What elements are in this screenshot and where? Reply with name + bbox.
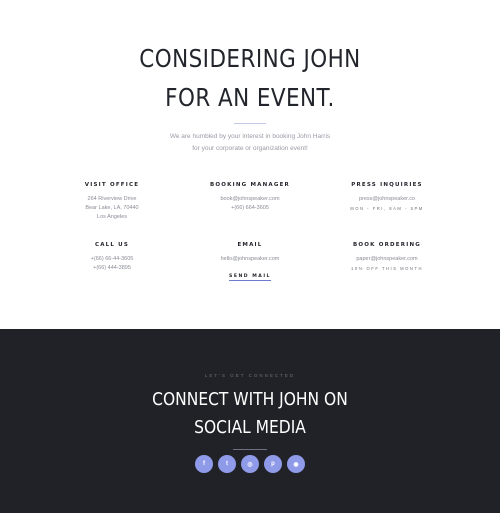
facebook-icon[interactable]: f	[195, 455, 213, 473]
send-mail-link[interactable]: SEND MAIL	[229, 274, 271, 281]
contact-label: BOOKING MANAGER	[210, 182, 290, 188]
page-title-line-2: FOR AN EVENT.	[165, 83, 335, 112]
social-divider	[233, 449, 267, 450]
page-title-line-1: CONSIDERING JOHN	[139, 44, 361, 73]
instagram-icon[interactable]: ◎	[241, 455, 259, 473]
contact-book-ordering: BOOK ORDERING paper@johnspeaker.com 10% …	[327, 242, 447, 271]
contact-booking-manager: BOOKING MANAGER book@johnspeaker.com +(6…	[190, 182, 310, 213]
contact-email: EMAIL hello@johnspeaker.com SEND MAIL	[190, 242, 310, 282]
press-email[interactable]: press@johnspeaker.co	[327, 195, 447, 204]
social-title-line-1: CONNECT WITH JOHN ON	[152, 389, 348, 410]
phone-number[interactable]: +(66) 444-3895	[52, 264, 172, 273]
address-line: Los Angeles	[97, 214, 127, 220]
phone-number[interactable]: +(66) 66-44-3605	[52, 255, 172, 264]
social-icons: f t ◎ p ◉	[0, 455, 500, 473]
address-line: 264 Riverview Drive	[87, 196, 137, 202]
dribbble-icon[interactable]: ◉	[287, 455, 305, 473]
ordering-email[interactable]: paper@johnspeaker.com	[327, 255, 447, 264]
intro-text-line-1: We are humbled by your interest in booki…	[169, 133, 331, 140]
contact-label: VISIT OFFICE	[84, 182, 140, 188]
contact-label: EMAIL	[237, 242, 263, 248]
twitter-icon[interactable]: t	[218, 455, 236, 473]
office-hours: MON - FRI, 8AM - 5PM	[350, 206, 424, 211]
intro-text-line-2: for your corporate or organization event…	[192, 145, 308, 152]
booking-section: CONSIDERING JOHN FOR AN EVENT. We are hu…	[0, 0, 500, 329]
pinterest-icon[interactable]: p	[264, 455, 282, 473]
contact-label: CALL US	[94, 242, 130, 248]
contact-visit-office: VISIT OFFICE 264 Riverview Drive Bear La…	[52, 182, 172, 222]
contact-press-inquiries: PRESS INQUIRIES press@johnspeaker.co MON…	[327, 182, 447, 211]
contact-call-us: CALL US +(66) 66-44-3605 +(66) 444-3895	[52, 242, 172, 273]
social-eyebrow: LET'S GET CONNECTED	[204, 373, 296, 378]
social-section: LET'S GET CONNECTED CONNECT WITH JOHN ON…	[0, 329, 500, 513]
title-divider	[234, 123, 266, 124]
discount-note: 10% OFF THIS MONTH	[350, 266, 424, 271]
booking-email[interactable]: book@johnspeaker.com	[190, 195, 310, 204]
social-title-line-2: SOCIAL MEDIA	[194, 417, 306, 438]
contact-label: BOOK ORDERING	[353, 242, 421, 248]
booking-phone[interactable]: +(66) 664-3605	[190, 204, 310, 213]
hello-email[interactable]: hello@johnspeaker.com	[190, 255, 310, 264]
address-line: Bear Lake, LA, 70440	[85, 205, 139, 211]
contact-label: PRESS INQUIRIES	[351, 182, 423, 188]
